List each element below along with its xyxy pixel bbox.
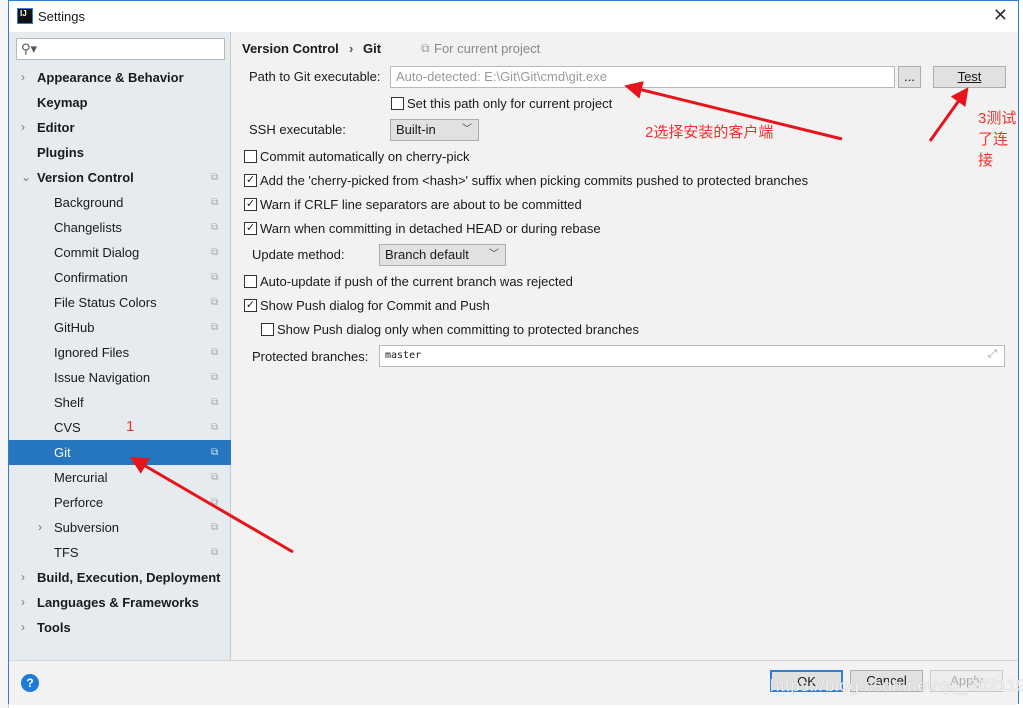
annotation-2: 2选择安装的客户端 — [645, 124, 774, 141]
annotation-3-line: 接 — [978, 152, 994, 169]
watermark: https://blog.csdn.net/qq_30211955 — [770, 676, 1023, 695]
annotation-arrows — [129, 81, 969, 554]
annotation-3-line: 3测试 — [978, 110, 1017, 127]
annotation-3: 3测试 了连 接 — [978, 108, 1016, 171]
arrow-to-test — [928, 87, 969, 142]
arrow-to-git — [129, 456, 294, 554]
annotation-1: 1 — [126, 418, 135, 435]
annotation-3-line: 了连 — [978, 131, 1009, 148]
